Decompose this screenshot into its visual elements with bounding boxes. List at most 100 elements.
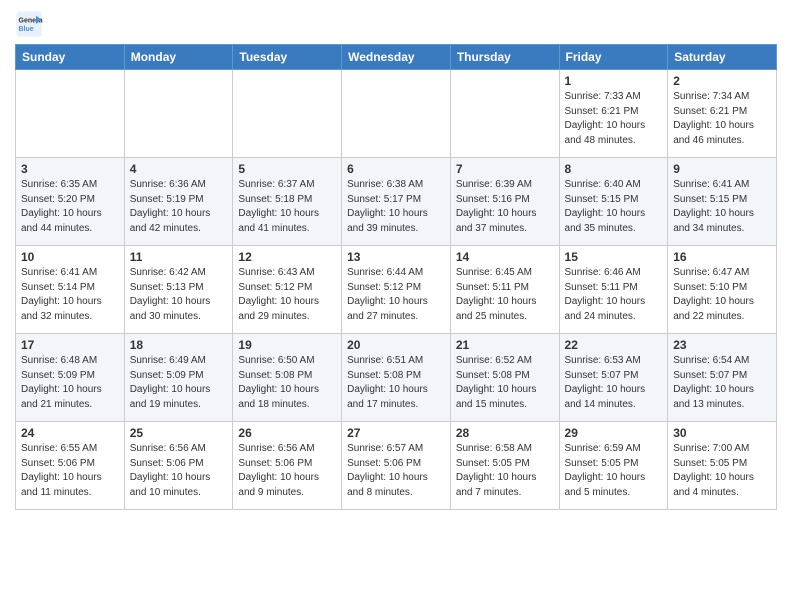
calendar-cell: 6 Sunrise: 6:38 AM Sunset: 5:17 PM Daylig… [342,158,451,246]
calendar-cell: 1 Sunrise: 7:33 AM Sunset: 6:21 PM Daylig… [559,70,668,158]
day-info: Sunrise: 6:37 AM Sunset: 5:18 PM Dayligh… [238,178,336,236]
day-info: Sunrise: 6:35 AM Sunset: 5:20 PM Dayligh… [21,178,119,236]
calendar-cell: 30 Sunrise: 7:00 AM Sunset: 5:05 PM Dayli… [668,422,777,510]
calendar-cell [342,70,451,158]
logo-icon: General Blue [15,10,43,38]
day-number: 23 [673,338,771,352]
day-info: Sunrise: 7:00 AM Sunset: 5:05 PM Dayligh… [673,442,771,500]
day-info: Sunrise: 6:36 AM Sunset: 5:19 PM Dayligh… [130,178,228,236]
day-info: Sunrise: 6:47 AM Sunset: 5:10 PM Dayligh… [673,266,771,324]
day-number: 17 [21,338,119,352]
day-info: Sunrise: 6:58 AM Sunset: 5:05 PM Dayligh… [456,442,554,500]
day-info: Sunrise: 6:54 AM Sunset: 5:07 PM Dayligh… [673,354,771,412]
calendar-cell: 21Sunrise: 6:52 AM Sunset: 5:08 PM Dayli… [450,334,559,422]
day-number: 9 [673,162,771,176]
calendar-cell: 9 Sunrise: 6:41 AM Sunset: 5:15 PM Daylig… [668,158,777,246]
weekday-header-monday: Monday [124,45,233,70]
calendar-week-1: 1 Sunrise: 7:33 AM Sunset: 6:21 PM Daylig… [16,70,777,158]
weekday-header-sunday: Sunday [16,45,125,70]
calendar-body: 1 Sunrise: 7:33 AM Sunset: 6:21 PM Daylig… [16,70,777,510]
day-number: 11 [130,250,228,264]
calendar-cell: 26 Sunrise: 6:56 AM Sunset: 5:06 PM Dayli… [233,422,342,510]
day-info: Sunrise: 7:34 AM Sunset: 6:21 PM Dayligh… [673,90,771,148]
day-number: 14 [456,250,554,264]
day-number: 18 [130,338,228,352]
day-number: 16 [673,250,771,264]
calendar-header: SundayMondayTuesdayWednesdayThursdayFrid… [16,45,777,70]
day-info: Sunrise: 6:55 AM Sunset: 5:06 PM Dayligh… [21,442,119,500]
day-number: 2 [673,74,771,88]
calendar-week-2: 3 Sunrise: 6:35 AM Sunset: 5:20 PM Daylig… [16,158,777,246]
day-number: 15 [565,250,663,264]
calendar-cell: 24 Sunrise: 6:55 AM Sunset: 5:06 PM Dayli… [16,422,125,510]
calendar-cell: 13Sunrise: 6:44 AM Sunset: 5:12 PM Dayli… [342,246,451,334]
calendar-cell [16,70,125,158]
svg-text:Blue: Blue [19,26,34,33]
calendar-cell [450,70,559,158]
day-number: 29 [565,426,663,440]
page-header: General Blue [15,10,777,38]
day-info: Sunrise: 6:46 AM Sunset: 5:11 PM Dayligh… [565,266,663,324]
page-container: General Blue SundayMondayTuesdayWednesda… [0,0,792,520]
weekday-header-wednesday: Wednesday [342,45,451,70]
day-number: 24 [21,426,119,440]
calendar-cell: 28 Sunrise: 6:58 AM Sunset: 5:05 PM Dayli… [450,422,559,510]
calendar-week-5: 24 Sunrise: 6:55 AM Sunset: 5:06 PM Dayli… [16,422,777,510]
weekday-header-tuesday: Tuesday [233,45,342,70]
day-number: 19 [238,338,336,352]
weekday-header-thursday: Thursday [450,45,559,70]
day-info: Sunrise: 6:59 AM Sunset: 5:05 PM Dayligh… [565,442,663,500]
calendar-cell: 4Sunrise: 6:36 AM Sunset: 5:19 PM Daylig… [124,158,233,246]
day-info: Sunrise: 6:50 AM Sunset: 5:08 PM Dayligh… [238,354,336,412]
day-number: 1 [565,74,663,88]
calendar-week-3: 10Sunrise: 6:41 AM Sunset: 5:14 PM Dayli… [16,246,777,334]
calendar-cell: 25Sunrise: 6:56 AM Sunset: 5:06 PM Dayli… [124,422,233,510]
calendar-cell: 15 Sunrise: 6:46 AM Sunset: 5:11 PM Dayli… [559,246,668,334]
day-number: 30 [673,426,771,440]
day-info: Sunrise: 6:56 AM Sunset: 5:06 PM Dayligh… [238,442,336,500]
calendar-cell: 19 Sunrise: 6:50 AM Sunset: 5:08 PM Dayli… [233,334,342,422]
day-info: Sunrise: 6:38 AM Sunset: 5:17 PM Dayligh… [347,178,445,236]
day-number: 7 [456,162,554,176]
calendar-cell: 29 Sunrise: 6:59 AM Sunset: 5:05 PM Dayli… [559,422,668,510]
calendar-cell: 2 Sunrise: 7:34 AM Sunset: 6:21 PM Daylig… [668,70,777,158]
day-number: 26 [238,426,336,440]
calendar-cell: 18 Sunrise: 6:49 AM Sunset: 5:09 PM Dayli… [124,334,233,422]
day-info: Sunrise: 6:57 AM Sunset: 5:06 PM Dayligh… [347,442,445,500]
day-number: 12 [238,250,336,264]
day-info: Sunrise: 6:45 AM Sunset: 5:11 PM Dayligh… [456,266,554,324]
day-info: Sunrise: 7:33 AM Sunset: 6:21 PM Dayligh… [565,90,663,148]
day-number: 25 [130,426,228,440]
logo: General Blue [15,10,47,38]
day-info: Sunrise: 6:53 AM Sunset: 5:07 PM Dayligh… [565,354,663,412]
calendar-cell [233,70,342,158]
day-info: Sunrise: 6:43 AM Sunset: 5:12 PM Dayligh… [238,266,336,324]
day-number: 8 [565,162,663,176]
calendar-cell: 5 Sunrise: 6:37 AM Sunset: 5:18 PM Daylig… [233,158,342,246]
calendar-table: SundayMondayTuesdayWednesdayThursdayFrid… [15,44,777,510]
weekday-header-saturday: Saturday [668,45,777,70]
day-info: Sunrise: 6:41 AM Sunset: 5:15 PM Dayligh… [673,178,771,236]
day-info: Sunrise: 6:49 AM Sunset: 5:09 PM Dayligh… [130,354,228,412]
day-number: 5 [238,162,336,176]
calendar-cell: 23 Sunrise: 6:54 AM Sunset: 5:07 PM Dayli… [668,334,777,422]
day-number: 22 [565,338,663,352]
calendar-cell: 7Sunrise: 6:39 AM Sunset: 5:16 PM Daylig… [450,158,559,246]
calendar-cell: 27Sunrise: 6:57 AM Sunset: 5:06 PM Dayli… [342,422,451,510]
calendar-cell: 16 Sunrise: 6:47 AM Sunset: 5:10 PM Dayli… [668,246,777,334]
calendar-cell: 11 Sunrise: 6:42 AM Sunset: 5:13 PM Dayli… [124,246,233,334]
day-number: 3 [21,162,119,176]
weekday-header-row: SundayMondayTuesdayWednesdayThursdayFrid… [16,45,777,70]
day-info: Sunrise: 6:48 AM Sunset: 5:09 PM Dayligh… [21,354,119,412]
day-info: Sunrise: 6:52 AM Sunset: 5:08 PM Dayligh… [456,354,554,412]
day-number: 28 [456,426,554,440]
day-info: Sunrise: 6:44 AM Sunset: 5:12 PM Dayligh… [347,266,445,324]
day-info: Sunrise: 6:42 AM Sunset: 5:13 PM Dayligh… [130,266,228,324]
calendar-cell: 17 Sunrise: 6:48 AM Sunset: 5:09 PM Dayli… [16,334,125,422]
calendar-cell: 3 Sunrise: 6:35 AM Sunset: 5:20 PM Daylig… [16,158,125,246]
day-info: Sunrise: 6:51 AM Sunset: 5:08 PM Dayligh… [347,354,445,412]
weekday-header-friday: Friday [559,45,668,70]
calendar-cell: 12 Sunrise: 6:43 AM Sunset: 5:12 PM Dayli… [233,246,342,334]
day-number: 6 [347,162,445,176]
calendar-cell: 22 Sunrise: 6:53 AM Sunset: 5:07 PM Dayli… [559,334,668,422]
